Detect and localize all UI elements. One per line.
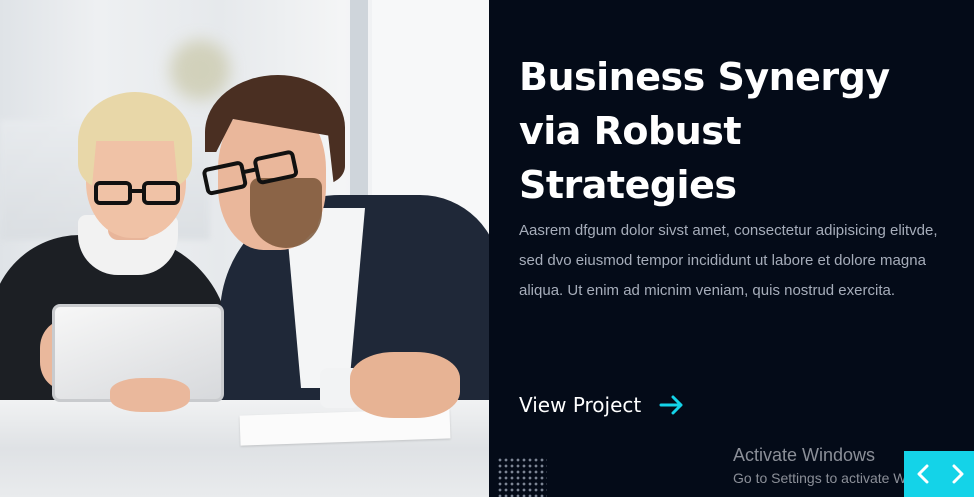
arrow-right-icon [659,395,683,415]
woman-hand-right [110,378,190,412]
chevron-right-icon [952,464,964,484]
hero-description: Aasrem dfgum dolor sivst amet, consectet… [519,222,938,299]
man-hands [350,352,460,418]
hero-photo [0,0,489,497]
hero-content-panel: Business Synergy via Robust Strategies A… [489,0,974,497]
chevron-left-icon [917,464,929,484]
hero-title: Business Synergy via Robust Strategies [519,55,890,207]
view-project-link[interactable]: View Project [519,393,685,417]
view-project-label: View Project [519,393,642,417]
slider-prev-button[interactable] [904,451,942,497]
decorative-dot-grid [497,457,547,497]
background-plant [170,40,230,100]
woman-glasses [94,181,184,209]
slider-next-button[interactable] [942,451,974,497]
